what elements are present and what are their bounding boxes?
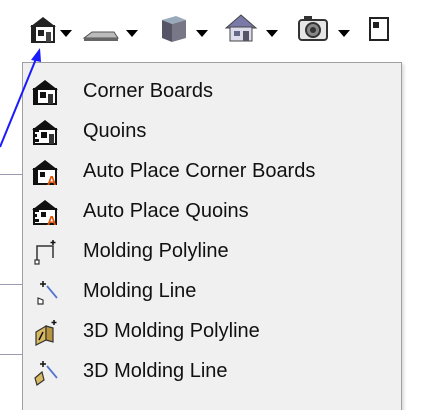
- menu-item-label: 3D Molding Line: [83, 360, 228, 382]
- menu-item-quoins[interactable]: Quoins: [23, 111, 401, 151]
- chevron-down-icon: [338, 30, 350, 37]
- molding-polyline-icon: [34, 240, 56, 265]
- menu-item-molding-polyline[interactable]: Molding Polyline: [23, 231, 401, 271]
- menu-item-label: Molding Polyline: [83, 240, 229, 262]
- camera-icon: [298, 16, 328, 41]
- background-line: [0, 354, 22, 355]
- house-tool-button[interactable]: [220, 14, 286, 54]
- menu-item-label: 3D Molding Polyline: [83, 320, 260, 342]
- menu-item-3d-molding-line[interactable]: 3D Molding Line: [23, 351, 401, 391]
- molding-profile-icon: [82, 31, 119, 41]
- background-line: [0, 284, 22, 285]
- camera-tool-button[interactable]: [292, 14, 362, 54]
- 3d-box-tool-button[interactable]: [154, 14, 214, 54]
- menu-item-auto-place-quoins[interactable]: A Auto Place Quoins: [23, 191, 401, 231]
- menu-item-label: Molding Line: [83, 280, 197, 302]
- menu-item-label: Auto Place Corner Boards: [83, 160, 316, 182]
- svg-text:A: A: [47, 213, 57, 226]
- cube-icon: [162, 16, 186, 42]
- toolbar-overflow: [368, 14, 408, 54]
- chevron-down-icon: [60, 30, 72, 37]
- toolbar: [22, 8, 427, 62]
- auto-quoins-icon: A: [32, 200, 58, 226]
- menu-item-label: Quoins: [83, 120, 147, 142]
- menu-item-auto-place-corner-boards[interactable]: A Auto Place Corner Boards: [23, 151, 401, 191]
- menu-item-label: Corner Boards: [83, 80, 214, 102]
- quoins-icon: [32, 120, 58, 145]
- house-icon: [224, 14, 258, 42]
- menu-item-3d-molding-polyline[interactable]: 3D Molding Polyline: [23, 311, 401, 351]
- molding-line-icon: [37, 281, 58, 305]
- chevron-down-icon: [126, 30, 138, 37]
- 3d-molding-polyline-icon: [35, 320, 57, 346]
- menu-item-label: Auto Place Quoins: [83, 200, 249, 222]
- molding-tool-button[interactable]: [80, 14, 148, 54]
- chevron-down-icon: [196, 30, 208, 37]
- background-line: [0, 174, 22, 175]
- menu-item-corner-boards[interactable]: Corner Boards: [23, 71, 401, 111]
- svg-text:A: A: [47, 173, 57, 186]
- corner-boards-tool-button[interactable]: [22, 14, 72, 54]
- partial-icon: [369, 17, 389, 41]
- dropdown-menu: Corner Boards Quoins A Auto Place Corner…: [22, 62, 402, 410]
- auto-corner-boards-icon: A: [32, 160, 58, 186]
- 3d-molding-line-icon: [34, 361, 58, 386]
- menu-item-molding-line[interactable]: Molding Line: [23, 271, 401, 311]
- chevron-down-icon: [266, 30, 278, 37]
- house-corner-icon: [30, 17, 56, 43]
- corner-boards-icon: [32, 80, 58, 105]
